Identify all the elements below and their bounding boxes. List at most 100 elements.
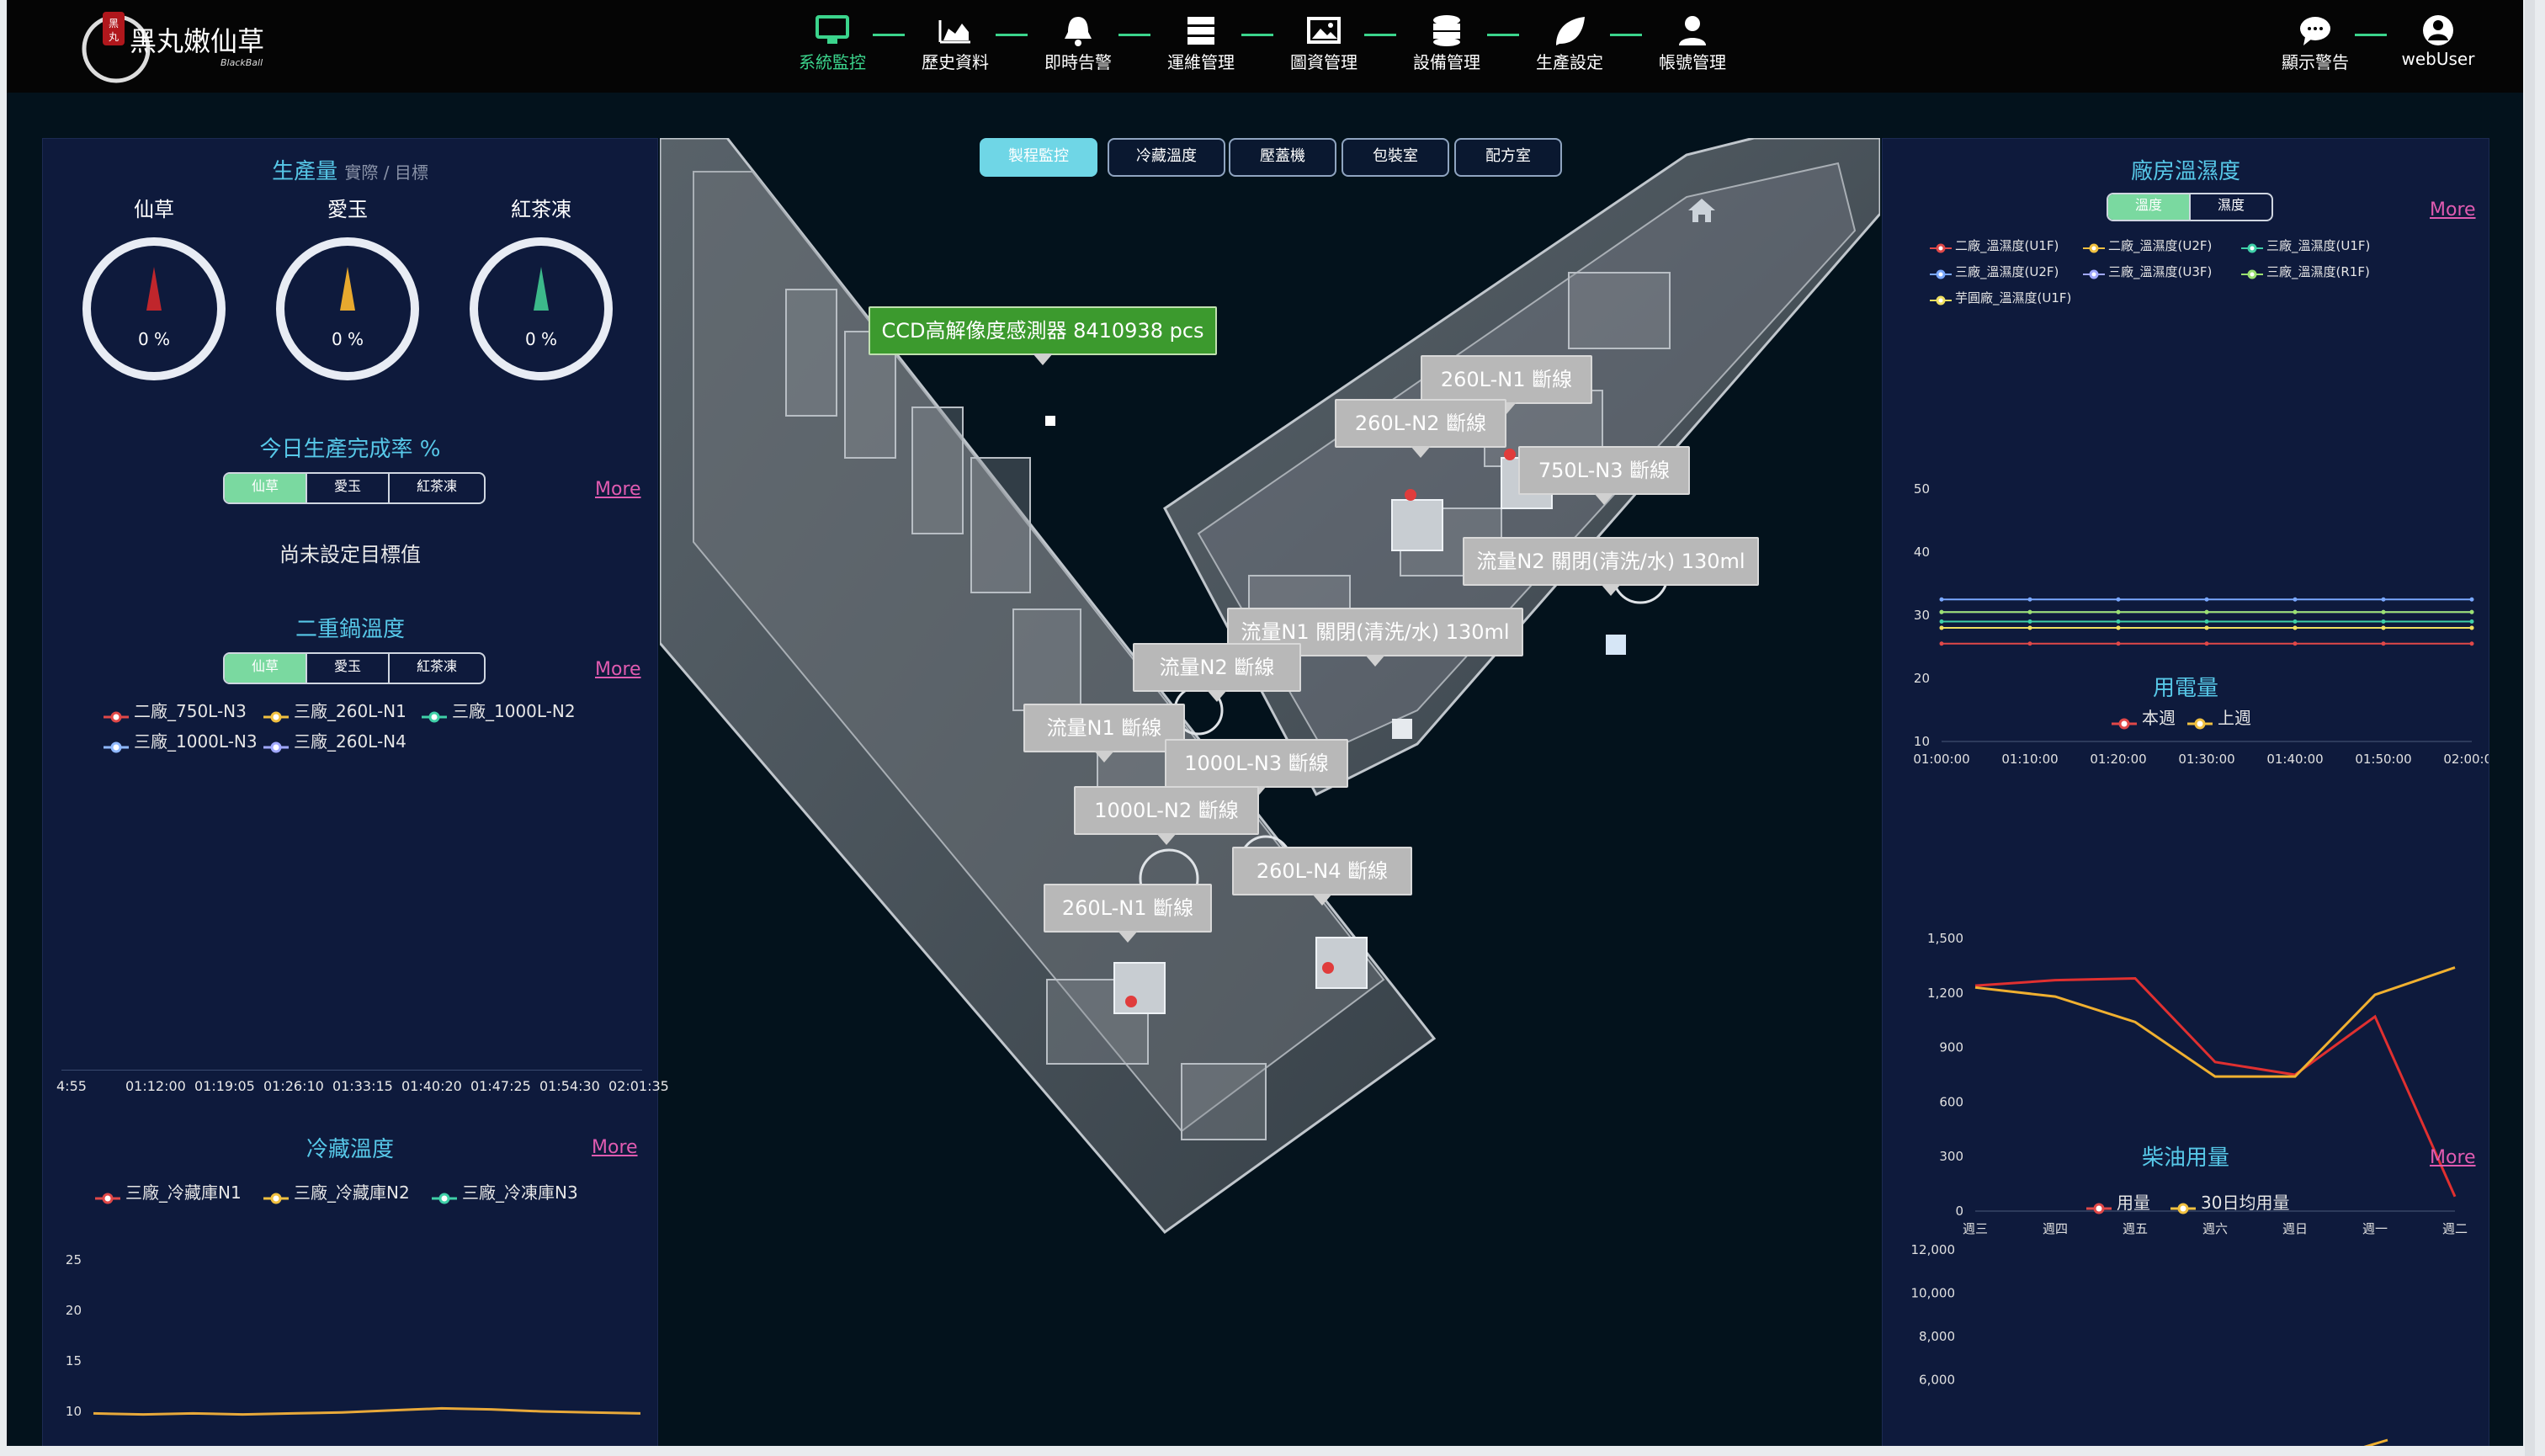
legend-item[interactable]: 三廠_溫濕度(U1F) [2241,236,2370,254]
legend-item[interactable]: 本週 [2112,704,2176,729]
nav-separator [1487,34,1519,36]
equipment-status-callout[interactable]: 流量N1 斷線 [1023,704,1185,763]
scene-tab-3[interactable]: 包裝室 [1342,138,1449,177]
y-tick-label: 0 [1955,1204,1963,1219]
y-tick-label: 30 [1914,608,1930,623]
right-panel: 廠房溫濕度 溫度 濕度 More 二廠_溫濕度(U1F) 二廠_溫濕度(U2F) 三… [1882,138,2489,1446]
nav-item-7[interactable]: 帳號管理 [1646,12,1739,79]
nav-item-5[interactable]: 設備管理 [1400,12,1493,79]
window-scrollbar[interactable] [2525,0,2535,1456]
equipment-status-callout[interactable]: 260L-N2 斷線 [1335,399,1506,458]
nav-item-1[interactable]: 歷史資料 [909,12,1002,79]
scene-tab-2[interactable]: 壓蓋機 [1229,138,1336,177]
nav-item-0[interactable]: 系統監控 [786,12,879,79]
legend-item[interactable]: 三廠_溫濕度(U3F) [2083,263,2212,280]
tab-black-tea-jelly[interactable]: 紅茶凍 [390,474,484,502]
data-point [2027,619,2032,624]
production-subtitle: 實際 / 目標 [344,162,428,183]
gauge-dial [82,237,226,380]
legend-item[interactable]: 上週 [2187,704,2251,729]
legend-item[interactable]: 芋圓廠_溫濕度(U1F) [1930,289,2071,306]
x-tick-label: 01:12:00 [125,1078,186,1094]
equipment-status-callout[interactable]: 1000L-N3 斷線 [1165,739,1348,798]
y-tick-label: 1,500 [1927,931,1963,946]
x-tick-label: 01:20:00 [2090,752,2146,767]
gauge-percent: 0 % [137,329,171,349]
y-tick-label: 6,000 [1919,1372,1955,1387]
left-panel: 生產量 實際 / 目標 仙草 0 % 愛玉 0 % 紅茶凍 0 % 今日生產完成率 % 仙… [42,138,669,1446]
home-icon[interactable] [1685,194,1719,227]
legend-marker-icon [2241,268,2263,279]
legend-item[interactable]: 三廠_1000L-N2 [422,698,576,722]
diesel-title: 柴油用量 [2141,1145,2229,1171]
equipment-status-callout[interactable]: 流量N2 斷線 [1133,643,1301,702]
server-icon [1155,12,1247,49]
legend-marker-icon [432,1188,457,1204]
nav-item-6[interactable]: 生產設定 [1523,12,1616,79]
legend-item[interactable]: 三廠_溫濕度(R1F) [2241,263,2370,280]
nav-item-3[interactable]: 運維管理 [1155,12,1247,79]
legend-item[interactable]: 二廠_溫濕度(U2F) [2083,236,2212,254]
tab-xiancao[interactable]: 仙草 [225,654,307,683]
x-tick-label: 01:30:00 [2178,752,2234,767]
nav-item-2[interactable]: 即時告警 [1032,12,1124,79]
equipment-status-callout[interactable]: 1000L-N2 斷線 [1074,786,1259,845]
legend-item[interactable]: 用量 [2086,1189,2150,1214]
cold-more-link[interactable]: More [592,1137,638,1158]
equipment-status-callout[interactable]: 260L-N4 斷線 [1232,847,1412,906]
equipment-status-callout[interactable]: 流量N2 關閉(清洗/水) 130ml [1463,537,1759,596]
y-tick-label: 50 [1914,481,1930,497]
tab-xiancao[interactable]: 仙草 [225,474,307,502]
legend-item[interactable]: 三廠_260L-N4 [263,728,406,752]
equipment-status-callout[interactable]: CCD高解像度感測器 8410938 pcs [869,306,1217,365]
tab-aiyu[interactable]: 愛玉 [307,474,390,502]
equipment-status-callout[interactable]: 750L-N3 斷線 [1518,446,1690,505]
legend-label: 三廠_溫濕度(U1F) [2266,238,2371,253]
data-point [2293,619,2298,624]
double-pot-more-link[interactable]: More [595,659,641,680]
nav-item-4[interactable]: 圖資管理 [1278,12,1370,79]
monitor-icon [786,12,879,49]
y-tick-label: 10,000 [1911,1285,1956,1300]
equipment-status-callout[interactable]: 260L-N1 斷線 [1044,884,1212,943]
tab-temperature[interactable]: 溫度 [2108,194,2191,220]
tab-humidity[interactable]: 濕度 [2191,194,2271,220]
nav-right-item-0[interactable]: 顯示警告 [2269,12,2362,79]
legend-item[interactable]: 三廠_260L-N1 [263,698,406,722]
legend-item[interactable]: 三廠_冷藏庫N2 [263,1179,410,1204]
legend-item[interactable]: 三廠_溫濕度(U2F) [1930,263,2059,280]
x-tick-label: 01:54:30 [539,1078,600,1094]
data-point [2204,625,2209,630]
legend-item[interactable]: 三廠_冷凍庫N3 [432,1179,578,1204]
legend-item[interactable]: 三廠_1000L-N3 [104,728,258,752]
brand-logo[interactable]: 黑 丸 黑丸嫩仙草 BlackBall [77,7,271,84]
data-point [2381,619,2386,624]
gauge-label: 紅茶凍 [511,198,571,221]
scene-tab-0[interactable]: 製程監控 [980,138,1097,177]
legend-item[interactable]: 三廠_冷藏庫N1 [95,1179,242,1204]
tab-aiyu[interactable]: 愛玉 [307,654,390,683]
x-tick-label: 01:00:00 [1913,752,1969,767]
legend-item[interactable]: 二廠_750L-N3 [104,698,247,722]
diesel-more-link[interactable]: More [2430,1147,2476,1168]
legend-item[interactable]: 30日均用量 [2170,1189,2289,1214]
database-icon [1400,12,1493,49]
factory-temp-more-link[interactable]: More [2430,199,2476,221]
equipment-status-callout[interactable]: 260L-N1 斷線 [1421,355,1592,414]
factory-3d-scene[interactable]: 製程監控 冷藏溫度 壓蓋機 包裝室 配方室 CCD高解像度感測器 8410938 pcs… [660,138,1880,1446]
legend-label: 二廠_750L-N3 [134,701,247,721]
power-title: 用電量 [2152,676,2218,701]
x-tick-label: 01:47:25 [470,1078,531,1094]
scene-tab-4[interactable]: 配方室 [1454,138,1562,177]
scene-tab-1[interactable]: 冷藏溫度 [1108,138,1225,177]
tab-black-tea-jelly[interactable]: 紅茶凍 [390,654,484,683]
production-title: 生產量 實際 / 目標 [272,159,428,184]
nav-item-label: 運維管理 [1167,52,1235,72]
nav-right-item-1[interactable]: webUser [2392,12,2484,79]
legend-label: 30日均用量 [2201,1193,2290,1213]
y-tick-label: 8,000 [1919,1329,1955,1344]
data-point [1939,597,1944,602]
completion-more-link[interactable]: More [595,479,641,500]
factory-temp-tabs: 溫度 濕度 [2107,193,2273,221]
legend-item[interactable]: 二廠_溫濕度(U1F) [1930,236,2059,254]
